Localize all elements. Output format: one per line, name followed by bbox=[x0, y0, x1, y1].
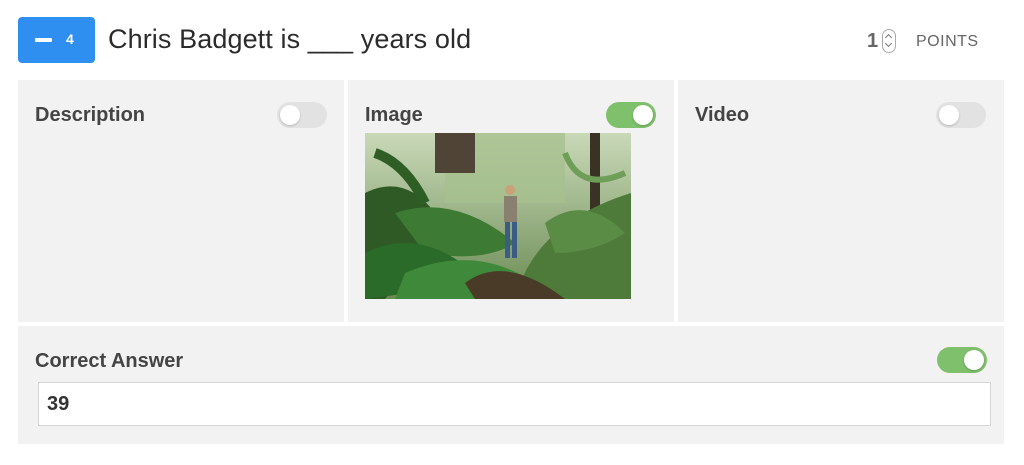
answer-input[interactable] bbox=[38, 382, 991, 426]
minus-icon bbox=[35, 38, 52, 42]
toggle-knob bbox=[939, 105, 959, 125]
collapse-question-button[interactable]: 4 bbox=[18, 17, 95, 63]
jungle-photo bbox=[365, 133, 631, 299]
description-title: Description bbox=[35, 104, 146, 126]
question-header: 4 Chris Badgett is ___ years old 1 POINT… bbox=[0, 0, 1024, 80]
question-image[interactable] bbox=[365, 133, 631, 299]
question-title[interactable]: Chris Badgett is ___ years old bbox=[108, 24, 471, 55]
image-panel: Image bbox=[348, 80, 674, 322]
points-label: POINTS bbox=[916, 33, 979, 50]
video-title: Video bbox=[695, 104, 750, 126]
image-title: Image bbox=[365, 104, 423, 126]
description-toggle[interactable] bbox=[277, 102, 327, 128]
toggle-knob bbox=[280, 105, 300, 125]
answer-toggle[interactable] bbox=[937, 347, 987, 373]
question-number: 4 bbox=[66, 31, 74, 47]
answer-panel: Correct Answer bbox=[18, 326, 1004, 444]
description-panel: Description bbox=[18, 80, 344, 322]
video-toggle[interactable] bbox=[936, 102, 986, 128]
toggle-knob bbox=[633, 105, 653, 125]
image-toggle[interactable] bbox=[606, 102, 656, 128]
answer-title: Correct Answer bbox=[35, 350, 184, 372]
points-value[interactable]: 1 bbox=[867, 30, 878, 53]
toggle-knob bbox=[964, 350, 984, 370]
stepper-icon[interactable] bbox=[882, 29, 896, 53]
video-panel: Video bbox=[678, 80, 1004, 322]
